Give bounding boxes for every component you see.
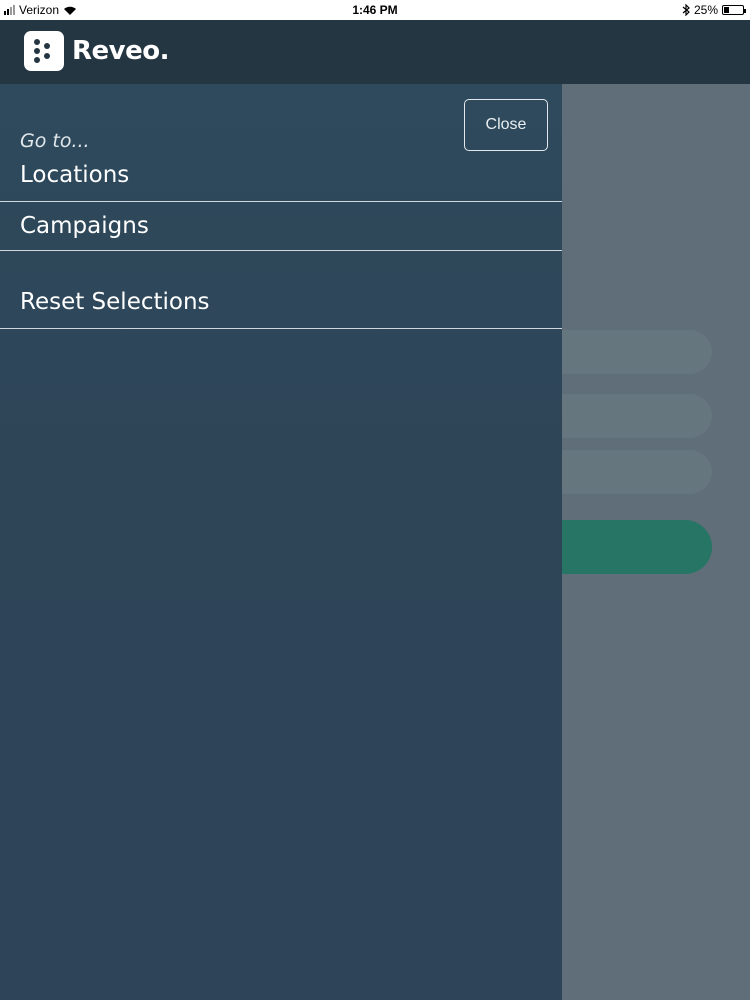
background-field: [562, 330, 712, 374]
status-bar: Verizon 1:46 PM 25%: [0, 0, 750, 20]
logo-text: Reveo.: [72, 36, 169, 66]
menu-item-campaigns[interactable]: Campaigns: [0, 202, 562, 251]
menu-item-locations[interactable]: Locations: [0, 162, 562, 202]
background-field: [562, 450, 712, 494]
bluetooth-icon: [682, 4, 690, 16]
battery-icon: [722, 5, 746, 15]
status-time: 1:46 PM: [352, 3, 398, 17]
app-logo[interactable]: Reveo.: [24, 31, 169, 71]
background-overlay[interactable]: [562, 84, 750, 1000]
menu-item-reset-selections[interactable]: Reset Selections: [0, 289, 562, 329]
app-bar: Reveo.: [0, 20, 750, 84]
close-button[interactable]: Close: [464, 99, 548, 151]
goto-label: Go to...: [20, 130, 90, 152]
battery-percent: 25%: [693, 3, 718, 17]
logo-icon: [24, 31, 64, 71]
status-right: 25%: [682, 3, 746, 17]
nav-drawer: Close Go to... Locations Campaigns Reset…: [0, 84, 562, 1000]
background-button: [562, 520, 712, 574]
background-field: [562, 394, 712, 438]
battery-level: [724, 7, 729, 13]
